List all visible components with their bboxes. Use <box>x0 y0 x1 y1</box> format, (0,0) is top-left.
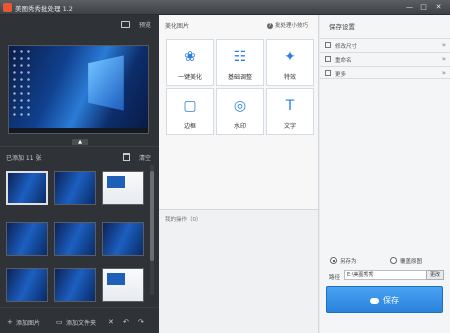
delete-icon[interactable]: ✕ <box>108 318 114 326</box>
preview-label[interactable]: 预览 <box>139 20 151 29</box>
tool-text[interactable]: T 文字 <box>266 88 314 135</box>
option-more[interactable]: 更多 » <box>320 66 450 79</box>
preview-bar: 预览 <box>0 15 159 37</box>
rename-icon <box>325 56 331 62</box>
rotate-left-icon[interactable]: ↶ <box>123 318 129 326</box>
beautify-panel: 美化图片 ? 批处理小技巧 ❀ 一键美化 ☷ 基础调整 ✦ 特效 ▢ 边框 ◎ 水… <box>159 15 319 333</box>
thumbnail-7[interactable] <box>6 268 48 302</box>
overwrite-label: 覆盖原图 <box>400 259 423 265</box>
tool-basic-adjust[interactable]: ☷ 基础调整 <box>216 39 264 86</box>
text-icon: T <box>285 98 295 114</box>
thumbnail-5[interactable] <box>54 222 96 256</box>
path-input[interactable]: E:\美图秀秀 <box>344 270 434 280</box>
operations-label: 我的操作（0） <box>165 217 202 223</box>
thumbnail-4[interactable] <box>6 222 48 256</box>
collapse-preview-button[interactable]: ▲ <box>72 139 88 145</box>
app-logo-icon <box>3 3 12 12</box>
add-image-icon[interactable]: + <box>7 318 13 326</box>
tool-watermark[interactable]: ◎ 水印 <box>216 88 264 135</box>
thumbnail-8[interactable] <box>54 268 96 302</box>
watermark-icon: ◎ <box>233 98 247 114</box>
title-bar: 美图秀秀批处理 1.2 — □ ✕ <box>0 0 450 15</box>
thumbnail-grid <box>6 158 146 302</box>
save-as-label: 另存为 <box>340 259 357 265</box>
thumbnail-6[interactable] <box>102 222 144 256</box>
expand-icon: » <box>441 69 446 77</box>
thumbnail-9[interactable] <box>102 268 144 302</box>
expand-icon: » <box>441 55 446 63</box>
cloud-icon <box>370 297 379 304</box>
tool-effects[interactable]: ✦ 特效 <box>266 39 314 86</box>
preview-image <box>8 45 149 134</box>
resize-icon <box>325 42 331 48</box>
window-title: 美图秀秀批处理 1.2 <box>15 5 73 13</box>
operations-area: 我的操作（0） <box>159 209 318 333</box>
save-settings-panel: 保存设置 修改尺寸 » 重命名 » 更多 » 另存为 覆盖原图 路径 E:\美图… <box>320 15 450 333</box>
save-settings-header: 保存设置 <box>329 23 355 31</box>
close-button[interactable]: ✕ <box>433 2 444 13</box>
path-label: 路径 <box>329 275 341 281</box>
option-resize[interactable]: 修改尺寸 » <box>320 38 450 51</box>
maximize-button[interactable]: □ <box>418 2 429 13</box>
minimize-button[interactable]: — <box>404 2 415 13</box>
overwrite-radio[interactable] <box>390 257 397 264</box>
rotate-right-icon[interactable]: ↷ <box>138 318 144 326</box>
save-button[interactable]: 保存 <box>326 286 443 313</box>
help-icon: ? <box>266 23 273 29</box>
expand-icon: » <box>441 41 446 49</box>
windows-logo-icon <box>88 55 124 111</box>
tip-link[interactable]: ? 批处理小技巧 <box>266 21 308 29</box>
preview-icon <box>121 21 130 28</box>
folder-icon[interactable]: ▭ <box>56 318 63 326</box>
thumbnail-2[interactable] <box>54 171 96 205</box>
magic-wand-icon: ✦ <box>284 49 296 65</box>
tulip-icon: ❀ <box>184 49 196 65</box>
tool-auto-beautify[interactable]: ❀ 一键美化 <box>166 39 214 86</box>
list-toolbar: + 添加图片 ▭ 添加文件夹 ✕ ↶ ↷ <box>0 307 159 333</box>
thumbnail-scrollbar[interactable] <box>150 165 154 295</box>
beautify-header: 美化图片 <box>165 23 190 30</box>
option-rename[interactable]: 重命名 » <box>320 52 450 65</box>
change-path-button[interactable]: 更改 <box>426 270 444 280</box>
sliders-icon: ☷ <box>233 49 247 65</box>
add-image-button[interactable]: 添加图片 <box>16 318 40 327</box>
thumbnail-1[interactable] <box>6 171 48 205</box>
thumbnail-3[interactable] <box>102 171 144 205</box>
more-icon <box>325 70 331 76</box>
add-folder-button[interactable]: 添加文件夹 <box>66 318 96 327</box>
image-list-panel: 预览 ▲ 已添加 11 张 清空 + 添加图片 ▭ 添加文件夹 ✕ ↶ ↷ <box>0 15 159 333</box>
save-as-radio[interactable] <box>330 257 337 264</box>
frame-icon: ▢ <box>183 98 197 114</box>
tool-frame[interactable]: ▢ 边框 <box>166 88 214 135</box>
desktop-icons <box>11 48 31 120</box>
taskbar <box>9 128 148 133</box>
